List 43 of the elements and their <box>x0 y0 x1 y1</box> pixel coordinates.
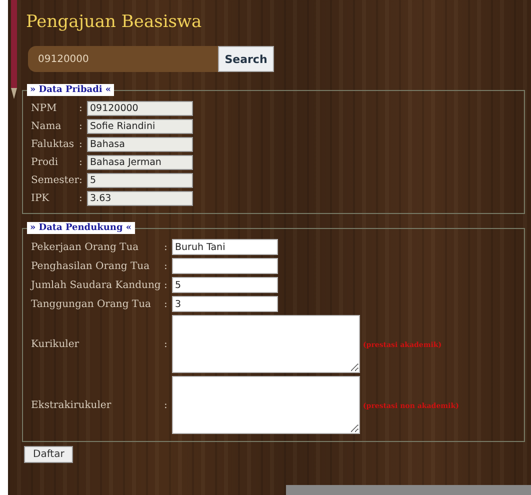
colon: : <box>79 103 84 114</box>
colon: : <box>164 242 168 252</box>
field-label: Semester <box>31 175 79 186</box>
input-field[interactable]: 5 <box>172 277 278 293</box>
pencil-icon <box>10 0 18 100</box>
page-title: Pengajuan Beasiswa <box>26 12 203 32</box>
colon: : <box>164 280 168 290</box>
field-label: Penghasilan Orang Tua <box>31 260 151 272</box>
field-label: Pekerjaan Orang Tua <box>31 242 140 252</box>
colon: : <box>164 260 168 272</box>
text-area[interactable] <box>172 376 360 434</box>
field-label: Ekstrakirukuler <box>31 400 112 410</box>
field-label: Nama <box>31 121 62 132</box>
readonly-field[interactable]: 5 <box>87 173 193 188</box>
field-label: Jumlah Saudara Kandung <box>31 280 162 290</box>
field-label: Faluktas <box>31 139 76 150</box>
section-legend: » Data Pendukung « <box>27 222 135 234</box>
field-label: Kurikuler <box>31 338 80 350</box>
field-label: NPM <box>31 103 58 114</box>
field-label: IPK <box>31 193 50 204</box>
readonly-field[interactable]: Bahasa <box>87 137 193 152</box>
readonly-field[interactable]: 3.63 <box>87 191 193 206</box>
colon: : <box>79 139 84 150</box>
field-label: Tanggungan Orang Tua <box>31 298 152 310</box>
colon: : <box>164 338 168 350</box>
input-field[interactable] <box>172 258 278 274</box>
colon: : <box>79 121 84 132</box>
readonly-field[interactable]: Bahasa Jerman <box>87 155 193 170</box>
section-legend: » Data Pribadi « <box>27 84 114 96</box>
readonly-field[interactable]: Sofie Riandini <box>87 119 193 134</box>
field-label: Prodi <box>31 157 60 168</box>
submit-button[interactable]: Daftar <box>24 446 74 463</box>
readonly-field[interactable]: 09120000 <box>87 101 193 116</box>
colon: : <box>164 298 168 310</box>
colon: : <box>79 175 84 186</box>
colon: : <box>79 193 84 204</box>
input-field[interactable]: Buruh Tani <box>172 239 278 255</box>
colon: : <box>164 400 168 410</box>
input-field[interactable]: 3 <box>172 296 278 312</box>
colon: : <box>79 157 84 168</box>
text-area[interactable] <box>172 315 360 373</box>
search-field[interactable]: 09120000 <box>28 46 218 72</box>
search-button[interactable]: Search <box>218 46 274 72</box>
